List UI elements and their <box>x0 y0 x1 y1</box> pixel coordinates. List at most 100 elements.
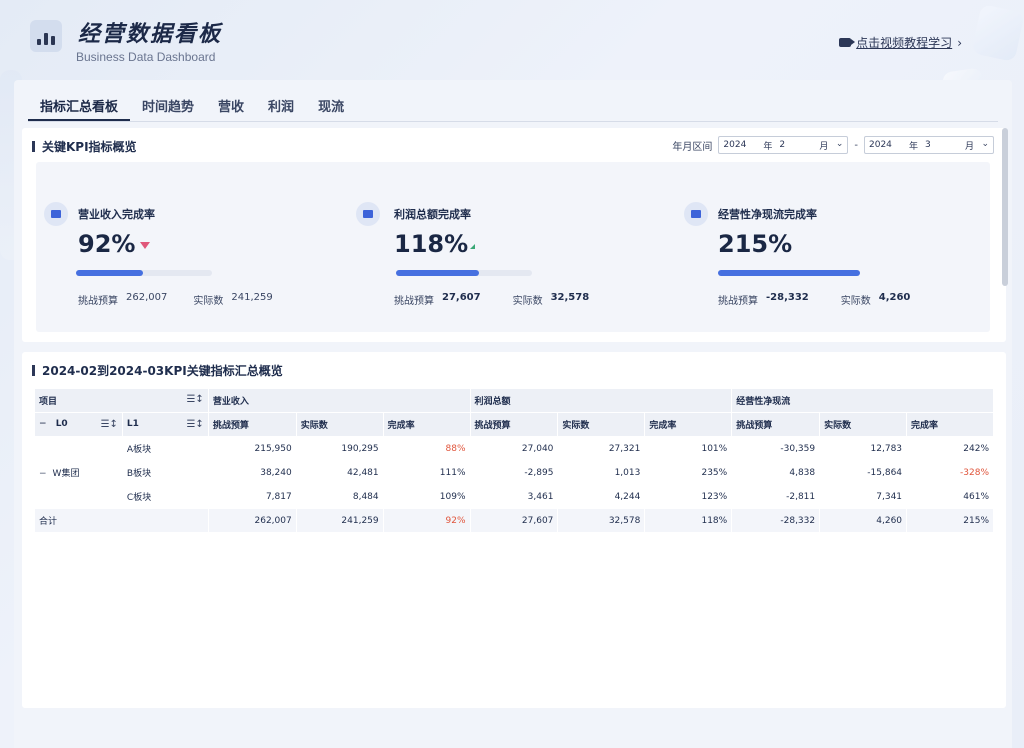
header-l1[interactable]: L1 ☰↕ <box>121 412 209 437</box>
collapse-icon[interactable]: − <box>39 419 47 429</box>
header-budget: 挑战预算 <box>207 412 297 437</box>
period-separator: - <box>854 139 858 151</box>
kpi-label: 营业收入完成率 <box>78 208 155 221</box>
actual-label: 实际数 <box>512 296 543 307</box>
table-cell: 12,783 <box>819 436 908 461</box>
collapse-icon[interactable]: − <box>39 469 47 479</box>
table-cell: 7,341 <box>819 484 908 509</box>
tab-kpi-summary[interactable]: 指标汇总看板 <box>28 92 131 121</box>
header-rate: 完成率 <box>906 412 994 437</box>
table-cell: 4,244 <box>557 484 646 509</box>
kpi-footer: 挑战预算 262,007 实际数 241,259 <box>78 292 273 307</box>
total-cell: 92% <box>382 508 471 533</box>
period-filter: 年月区间 2024 年 2 月 ⌄ - 2024 年 3 月 ⌄ <box>672 136 994 154</box>
header-budget: 挑战预算 <box>731 412 821 437</box>
table-cell: 109% <box>382 484 471 509</box>
table-cell: 27,321 <box>557 436 646 461</box>
start-month-value: 2 <box>779 140 786 150</box>
group-cell[interactable]: − W集团 <box>34 436 123 509</box>
end-year-unit: 年 <box>909 141 919 152</box>
video-camera-icon <box>839 38 856 47</box>
progress-bar <box>718 270 860 276</box>
header-budget: 挑战预算 <box>469 412 559 437</box>
kpi-summary-table: 项目 ☰↕ 营业收入 利润总额 经营性净现流 − L0 ☰↕ L1 ☰↕ 挑战预… <box>34 388 994 533</box>
table-cell: 242% <box>906 436 994 461</box>
total-cell: -28,332 <box>731 508 821 533</box>
end-month-value: 3 <box>925 140 931 150</box>
people-icon <box>684 202 708 226</box>
period-end-select[interactable]: 2024 年 3 月 ⌄ <box>864 136 994 154</box>
table-cell: 235% <box>644 460 733 485</box>
tab-profit[interactable]: 利润 <box>256 92 306 121</box>
table-cell: 8,484 <box>295 484 384 509</box>
chevron-down-icon: ⌄ <box>981 139 989 149</box>
video-tutorial-link[interactable]: 点击视频教程学习 › <box>839 34 962 51</box>
table-cell: 3,461 <box>469 484 559 509</box>
tab-cashflow[interactable]: 现流 <box>306 92 356 121</box>
budget-value: 27,607 <box>442 292 481 303</box>
tab-time-trend[interactable]: 时间趋势 <box>130 92 206 121</box>
progress-fill <box>396 270 479 276</box>
l1-cell: B板块 <box>121 460 209 485</box>
total-cell: 27,607 <box>469 508 559 533</box>
group-label: W集团 <box>52 469 80 479</box>
header-profit: 利润总额 <box>469 388 733 413</box>
header-item: 项目 ☰↕ <box>34 388 209 413</box>
tab-revenue[interactable]: 营收 <box>206 92 256 121</box>
table-cell: -30,359 <box>731 436 821 461</box>
header-l0[interactable]: − L0 ☰↕ <box>34 412 123 437</box>
chevron-down-icon: ⌄ <box>835 139 844 149</box>
header-revenue: 营业收入 <box>207 388 471 413</box>
header-l0-label: L0 <box>55 419 68 429</box>
budget-value: -28,332 <box>766 292 809 303</box>
actual-label: 实际数 <box>193 296 224 307</box>
header-item-label: 项目 <box>39 397 58 407</box>
kpi-label: 利润总额完成率 <box>394 208 471 221</box>
table-cell: 111% <box>382 460 471 485</box>
table-body: − W集团 A板块 215,950 190,295 88% 27,040 27,321 101%… <box>34 436 994 533</box>
video-tutorial-label: 点击视频教程学习 <box>856 36 953 50</box>
table-cell: 1,013 <box>557 460 646 485</box>
budget-label: 挑战预算 <box>394 296 434 307</box>
sort-icon[interactable]: ☰↕ <box>186 419 203 430</box>
kpi-footer: 挑战预算 -28,332 实际数 4,260 <box>718 292 910 307</box>
total-cell: 4,260 <box>819 508 908 533</box>
page-subtitle: Business Data Dashboard <box>76 50 216 64</box>
table-row: − W集团 A板块 215,950 190,295 88% 27,040 27,321 101%… <box>34 436 994 509</box>
main-panel: 指标汇总看板 时间趋势 营收 利润 现流 关键KPI指标概览 年月区间 2024… <box>14 80 1012 748</box>
table-row: B板块 38,240 42,481 111% -2,895 1,013 235% 4,838-… <box>35 460 994 485</box>
chevron-right-icon: › <box>957 35 962 50</box>
total-cell: 241,259 <box>295 508 384 533</box>
budget-value: 262,007 <box>126 292 168 303</box>
total-cell: 118% <box>644 508 733 533</box>
period-start-select[interactable]: 2024 年 2 月 ⌄ <box>718 136 849 154</box>
sort-icon[interactable]: ☰↕ <box>101 419 118 430</box>
period-label: 年月区间 <box>672 141 713 153</box>
actual-value: 241,259 <box>231 292 273 303</box>
kpi-footer: 挑战预算 27,607 实际数 32,578 <box>394 292 589 307</box>
actual-value: 32,578 <box>550 292 590 303</box>
sort-icon[interactable]: ☰↕ <box>186 394 203 405</box>
kpi-label: 经营性净现流完成率 <box>718 208 817 221</box>
actual-value: 4,260 <box>878 292 911 303</box>
start-month-unit: 月 <box>819 141 829 152</box>
kpi-card-profit: 利润总额完成率 118% 挑战预算 27,607 实际数 32,578 <box>354 162 654 332</box>
end-month-unit: 月 <box>965 141 975 152</box>
table-cell: 123% <box>644 484 733 509</box>
table-cell: 4,838 <box>731 460 821 485</box>
table-cell: 88% <box>382 436 471 461</box>
table-section-title: 2024-02到2024-03KPI关键指标汇总概览 <box>32 362 283 379</box>
header-cashflow: 经营性净现流 <box>731 388 994 413</box>
table-cell: 461% <box>906 484 994 509</box>
kpi-value: 215% <box>718 230 793 258</box>
header-actual: 实际数 <box>295 412 384 437</box>
header-l1-label: L1 <box>126 419 139 429</box>
kpi-cards-area: 营业收入完成率 92% 挑战预算 262,007 实际数 241,259 利润总… <box>36 162 990 332</box>
header-actual: 实际数 <box>819 412 908 437</box>
kpi-overview-card: 关键KPI指标概览 年月区间 2024 年 2 月 ⌄ - 2024 年 3 月… <box>22 128 1006 342</box>
l1-cell: C板块 <box>121 484 209 509</box>
header-actual: 实际数 <box>557 412 646 437</box>
total-label: 合计 <box>34 508 209 533</box>
trend-down-icon <box>140 242 150 249</box>
vertical-scrollbar[interactable] <box>1002 128 1008 286</box>
